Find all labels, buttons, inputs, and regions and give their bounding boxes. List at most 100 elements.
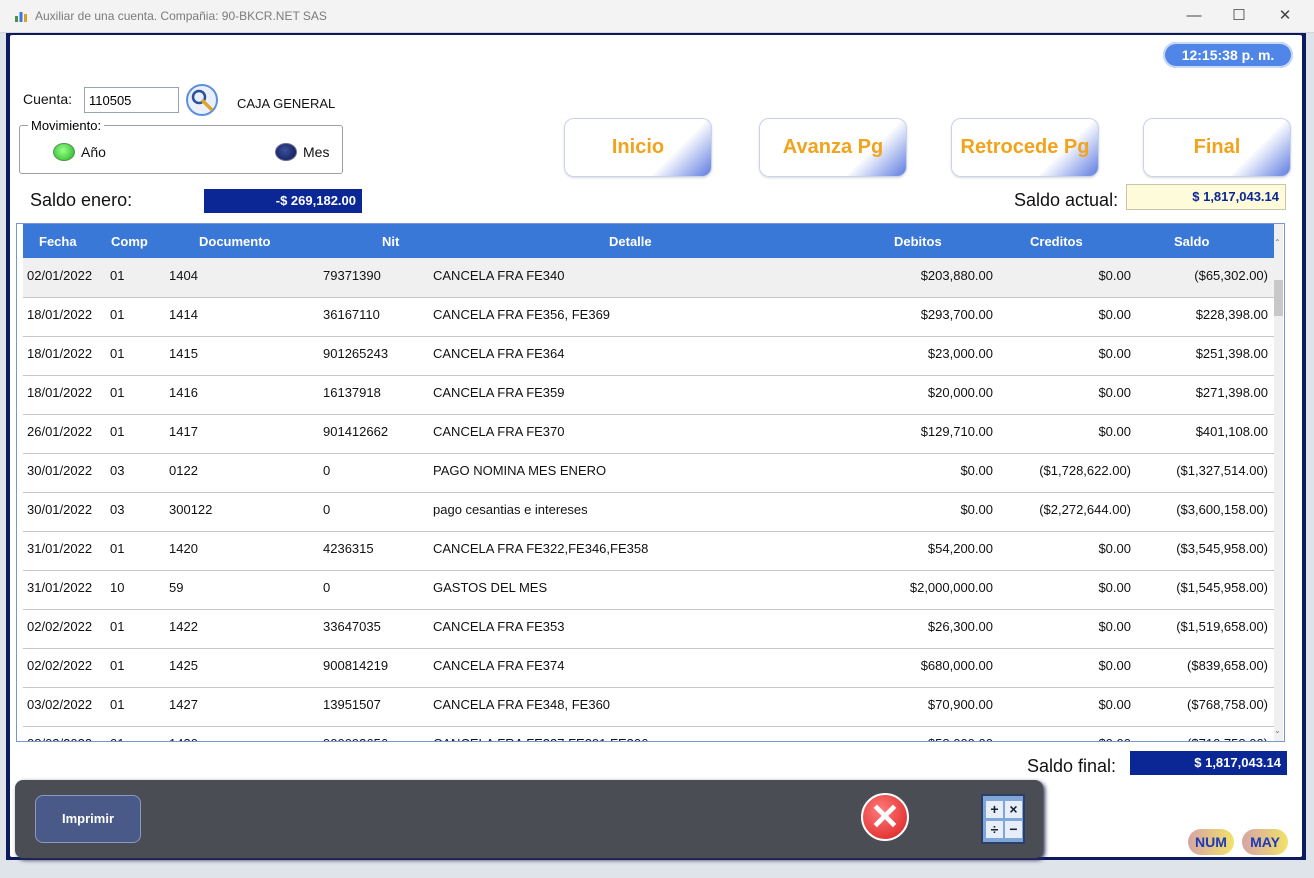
cell-documento: 1427	[169, 697, 198, 712]
app-window: 12:15:38 p. m. Cuenta: CAJA GENERAL Movi…	[6, 33, 1306, 860]
cell-nit: 36167110	[323, 307, 380, 322]
table-row[interactable]: 18/01/2022 01 1414 36167110 CANCELA FRA FE35…	[23, 297, 1274, 337]
account-input[interactable]	[84, 87, 179, 113]
close-window-button[interactable]: ✕	[1262, 4, 1308, 28]
table-row[interactable]: 02/02/2022 01 1422 33647035 CANCELA FRA FE35…	[23, 609, 1274, 649]
cell-creditos: $0.00	[1098, 385, 1131, 400]
cell-documento: 1425	[169, 658, 198, 673]
app-icon	[15, 12, 27, 22]
search-icon	[191, 89, 213, 111]
cell-fecha: 18/01/2022	[27, 307, 93, 322]
radio-month[interactable]	[275, 143, 297, 161]
cell-saldo: ($710,758.00)	[1187, 736, 1268, 741]
radio-year-label: Año	[81, 144, 106, 160]
cell-saldo: ($1,519,658.00)	[1176, 619, 1268, 634]
cell-detalle: CANCELA FRA FE356, FE369	[433, 307, 611, 322]
cell-fecha: 02/02/2022	[27, 619, 93, 634]
cell-fecha: 18/01/2022	[27, 346, 93, 361]
cell-nit: 0	[323, 580, 331, 595]
cell-creditos: ($1,728,622.00)	[1039, 463, 1131, 478]
cell-documento: 1420	[169, 541, 198, 556]
first-page-button[interactable]: Inicio	[564, 118, 712, 177]
cell-detalle: CANCELA FRA FE340	[433, 268, 565, 283]
cell-detalle: CANCELA FRA FE370	[433, 424, 565, 439]
scroll-thumb[interactable]	[1274, 280, 1283, 316]
cell-documento: 1430	[169, 736, 198, 741]
col-creditos[interactable]: Creditos	[1030, 234, 1083, 249]
table-row[interactable]: 26/01/2022 01 1417 901412662 CANCELA FRA FE3…	[23, 414, 1274, 454]
cell-nit: 0	[323, 502, 331, 517]
cell-saldo: $228,398.00	[1195, 307, 1268, 322]
col-debitos[interactable]: Debitos	[894, 234, 942, 249]
cell-detalle: pago cesantias e intereses	[433, 502, 588, 517]
minimize-button[interactable]: —	[1171, 4, 1217, 28]
cell-debitos: $293,700.00	[920, 307, 993, 322]
cell-debitos: $0.00	[960, 463, 993, 478]
table-header: Fecha Comp Documento Nit Detalle Debitos…	[23, 224, 1274, 258]
cell-comp: 01	[110, 697, 125, 712]
cell-debitos: $680,000.00	[920, 658, 993, 673]
cell-comp: 01	[110, 541, 125, 556]
col-nit[interactable]: Nit	[382, 234, 399, 249]
cell-fecha: 31/01/2022	[27, 541, 93, 556]
cell-saldo: $401,108.00	[1195, 424, 1268, 439]
cell-documento: 0122	[169, 463, 198, 478]
cell-saldo: ($839,658.00)	[1187, 658, 1268, 673]
saldo-actual-value: $ 1,817,043.14	[1126, 184, 1286, 210]
cell-detalle: CANCELA FRA FE237,FE291,FE306	[433, 736, 648, 741]
cell-comp: 01	[110, 736, 124, 741]
table-row[interactable]: 03/02/2022 01 1427 13951507 CANCELA FRA FE34…	[23, 687, 1274, 727]
col-comp[interactable]: Comp	[111, 234, 148, 249]
col-fecha[interactable]: Fecha	[39, 234, 77, 249]
table-row[interactable]: 18/01/2022 01 1415 901265243 CANCELA FRA FE3…	[23, 336, 1274, 376]
cell-saldo: $251,398.00	[1195, 346, 1268, 361]
cell-detalle: CANCELA FRA FE348, FE360	[433, 697, 611, 712]
cell-debitos: $20,000.00	[927, 385, 993, 400]
table-row[interactable]: 18/01/2022 01 1416 16137918 CANCELA FRA FE35…	[23, 375, 1274, 415]
table-row[interactable]: 30/01/2022 03 300122 0 pago cesantias e inte…	[23, 492, 1274, 532]
col-documento[interactable]: Documento	[199, 234, 271, 249]
cell-fecha: 03/02/2022	[27, 697, 93, 712]
movements-table[interactable]: Fecha Comp Documento Nit Detalle Debitos…	[16, 223, 1285, 742]
maximize-button[interactable]: ☐	[1216, 4, 1262, 28]
cell-documento: 300122	[169, 502, 213, 517]
cell-nit: 0	[323, 463, 331, 478]
table-row[interactable]: 02/02/2022 01 1425 900814219 CANCELA FRA FE3…	[23, 648, 1274, 688]
cell-detalle: CANCELA FRA FE353	[433, 619, 565, 634]
cell-comp: 03	[110, 502, 125, 517]
table-row[interactable]: 31/01/2022 01 1420 4236315 CANCELA FRA FE322…	[23, 531, 1274, 571]
caps-lock-indicator: MAY	[1242, 829, 1288, 855]
table-row[interactable]: 30/01/2022 03 0122 0 PAGO NOMINA MES ENERO $0…	[23, 453, 1274, 493]
prev-page-button[interactable]: Retrocede Pg	[951, 118, 1099, 177]
cell-nit: 16137918	[323, 385, 381, 400]
cell-documento: 1422	[169, 619, 198, 634]
calculator-icon[interactable]: + × ÷ −	[981, 794, 1025, 844]
col-detalle[interactable]: Detalle	[609, 234, 652, 249]
cell-nit: 900093656	[323, 736, 388, 741]
cell-nit: 901412662	[323, 424, 389, 439]
search-account-button[interactable]	[186, 84, 218, 116]
last-page-button[interactable]: Final	[1143, 118, 1291, 177]
print-button[interactable]: Imprimir	[35, 795, 141, 843]
cell-debitos: $26,300.00	[927, 619, 993, 634]
cell-nit: 33647035	[323, 619, 381, 634]
cell-debitos: $54,200.00	[927, 541, 993, 556]
cell-detalle: PAGO NOMINA MES ENERO	[433, 463, 607, 478]
cell-comp: 01	[110, 268, 125, 283]
vertical-scrollbar[interactable]: ⌃ ⌄	[1274, 224, 1283, 741]
cell-fecha: 30/01/2022	[27, 502, 93, 517]
cell-creditos: $0.00	[1098, 736, 1131, 741]
close-circle-icon[interactable]: ✕	[861, 793, 909, 841]
table-row[interactable]: 31/01/2022 10 59 0 GASTOS DEL MES $2,000,000.…	[23, 570, 1274, 610]
clock: 12:15:38 p. m.	[1163, 42, 1293, 68]
next-page-button[interactable]: Avanza Pg	[759, 118, 907, 177]
col-saldo[interactable]: Saldo	[1174, 234, 1209, 249]
table-row[interactable]: 08/02/2022 01 1430 900093656 CANCELA FRA FE2…	[23, 726, 1274, 741]
table-row[interactable]: 02/01/2022 01 1404 79371390 CANCELA FRA FE34…	[23, 258, 1274, 298]
cell-saldo: ($768,758.00)	[1187, 697, 1268, 712]
cell-documento: 1417	[169, 424, 198, 439]
saldo-enero-label: Saldo enero:	[30, 190, 133, 210]
cell-nit: 4236315	[323, 541, 374, 556]
radio-year[interactable]	[53, 143, 75, 161]
cell-nit: 901265243	[323, 346, 389, 361]
